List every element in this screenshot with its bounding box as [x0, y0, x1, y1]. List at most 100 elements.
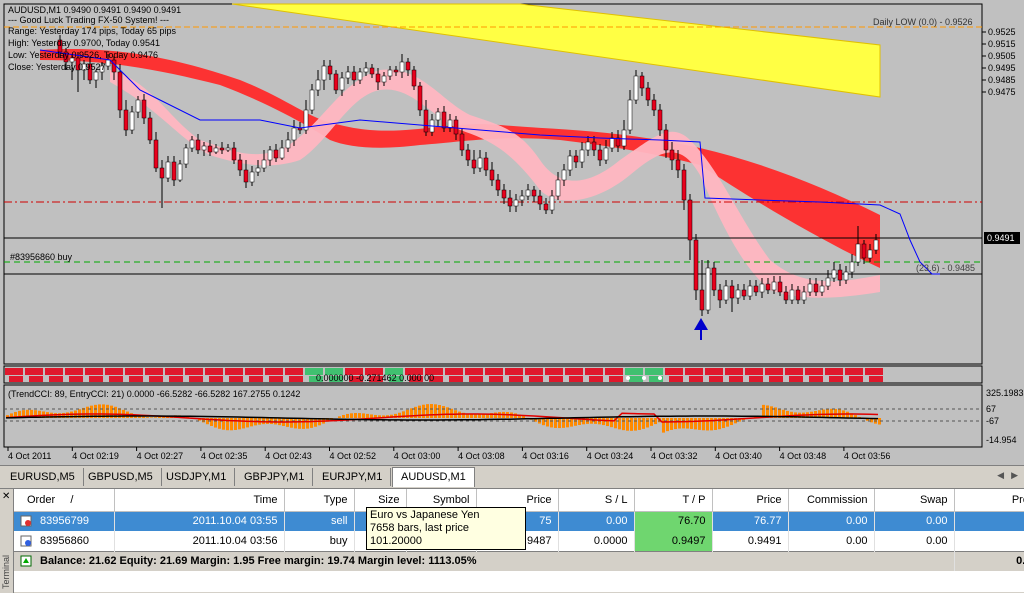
col-tp[interactable]: T / P — [634, 489, 712, 511]
order-id: 83956799 — [40, 515, 89, 527]
candle-body — [472, 160, 476, 168]
order-tp[interactable]: 0.9497 — [634, 531, 712, 551]
cci-bar — [610, 418, 613, 427]
candle-body — [688, 200, 692, 240]
signal-bar — [269, 376, 283, 382]
cci-bar — [566, 418, 569, 427]
cci-bar — [338, 416, 341, 418]
signal-bar — [489, 376, 503, 382]
order-type: buy — [284, 531, 354, 551]
cci-tick-label: 325.1983 — [986, 388, 1024, 398]
tab-eurusd-m5[interactable]: EURUSD,M5 — [2, 468, 84, 486]
candle-body — [820, 286, 824, 292]
signal-bar — [525, 368, 543, 375]
price-tick-label: 0.9505 — [988, 51, 1016, 61]
candle-body — [376, 74, 380, 82]
low-text: Low: Yesterday 0.9526, Today 0.9476 — [8, 50, 158, 60]
chart-window[interactable]: 0.95250.95150.95050.94950.94850.94750.94… — [0, 0, 1024, 465]
cci-bar — [470, 414, 473, 418]
candle-body — [586, 142, 590, 150]
order-sl[interactable]: 0.0000 — [558, 531, 634, 551]
signal-bar — [485, 368, 503, 375]
tooltip-line-2: 7658 bars, last price 101.20000 — [370, 522, 522, 548]
cci-bar — [230, 418, 233, 430]
tab-gbpusd-m5[interactable]: GBPUSD,M5 — [80, 468, 162, 486]
candle-body — [328, 66, 332, 74]
signal-bar — [129, 376, 143, 382]
order-profit: -2 — [954, 511, 1024, 531]
cci-bar — [558, 418, 561, 428]
cci-bar — [634, 418, 637, 431]
cci-bar — [438, 405, 441, 418]
candle-body — [760, 284, 764, 292]
signal-bar — [189, 376, 203, 382]
tab-audusd-m1[interactable]: AUDUSD,M1 — [392, 467, 475, 487]
signal-bar — [85, 368, 103, 375]
col-time[interactable]: Time — [114, 489, 284, 511]
col-sl[interactable]: S / L — [558, 489, 634, 511]
cci-bar — [670, 418, 673, 430]
candle-body — [856, 244, 860, 262]
tab-scroll-right-icon[interactable]: ▶ — [1011, 470, 1018, 481]
signal-bar — [245, 368, 263, 375]
cci-bar — [298, 418, 301, 429]
signal-bar — [49, 376, 63, 382]
cci-bar — [358, 413, 361, 418]
candle-body — [208, 146, 212, 152]
candle-body — [622, 130, 626, 146]
cci-bar — [550, 418, 553, 427]
candle-body — [670, 150, 674, 160]
cci-bar — [666, 418, 669, 431]
cci-bar — [430, 404, 433, 418]
cci-bar — [474, 415, 477, 418]
col-type[interactable]: Type — [284, 489, 354, 511]
candle-body — [400, 62, 404, 72]
candle-body — [742, 290, 746, 296]
signal-dot — [642, 376, 646, 380]
signal-bar — [769, 376, 783, 382]
candle-body — [418, 86, 422, 110]
col-commission[interactable]: Commission — [788, 489, 874, 511]
candle-body — [832, 270, 836, 278]
tab-eurjpy-m1[interactable]: EURJPY,M1 — [314, 468, 391, 486]
candle-body — [322, 66, 326, 80]
order-time: 2011.10.04 03:56 — [114, 531, 284, 551]
col-swap[interactable]: Swap — [874, 489, 954, 511]
candle-body — [634, 76, 638, 100]
symbol-tab-bar: EURUSD,M5GBPUSD,M5USDJPY,M1GBPJPY,M1EURJ… — [0, 465, 1024, 487]
col-order[interactable]: Order / — [14, 489, 114, 511]
signal-strip-text: 0.000000 -0.271462 0.000 00 — [316, 373, 434, 383]
candle-body — [160, 168, 164, 178]
signal-bar — [669, 376, 683, 382]
candle-body — [406, 62, 410, 70]
time-tick-label: 4 Oct 03:48 — [780, 451, 827, 461]
order-profit: 4 — [954, 531, 1024, 551]
candle-body — [460, 134, 464, 150]
cci-bar — [546, 418, 549, 426]
candle-body — [610, 138, 614, 148]
cci-bar — [830, 409, 833, 418]
signal-bar — [585, 368, 603, 375]
daily-low-label: Daily LOW (0.0) - 0.9526 — [873, 17, 973, 27]
signal-bar — [625, 368, 643, 375]
col-profit[interactable]: Profit — [954, 489, 1024, 511]
cci-bar — [478, 415, 481, 418]
candle-body — [268, 150, 272, 160]
candle-body — [580, 150, 584, 162]
time-tick-label: 4 Oct 03:00 — [394, 451, 441, 461]
col-current-price[interactable]: Price — [712, 489, 788, 511]
tab-usdjpy-m1[interactable]: USDJPY,M1 — [158, 468, 235, 486]
order-sl[interactable]: 0.00 — [558, 511, 634, 531]
candle-body — [694, 240, 698, 290]
signal-bar — [605, 368, 623, 375]
order-tp[interactable]: 76.70 — [634, 511, 712, 531]
candle-body — [130, 112, 134, 130]
balance-profit: 0.07 — [954, 551, 1024, 571]
candle-body — [850, 262, 854, 272]
tab-scroll-left-icon[interactable]: ◀ — [997, 470, 1004, 481]
tab-gbpjpy-m1[interactable]: GBPJPY,M1 — [236, 468, 313, 486]
cci-bar — [294, 418, 297, 428]
balance-summary: Balance: 21.62 Equity: 21.69 Margin: 1.9… — [40, 555, 477, 567]
candle-body — [676, 160, 680, 170]
close-icon[interactable]: ✕ — [2, 491, 10, 502]
